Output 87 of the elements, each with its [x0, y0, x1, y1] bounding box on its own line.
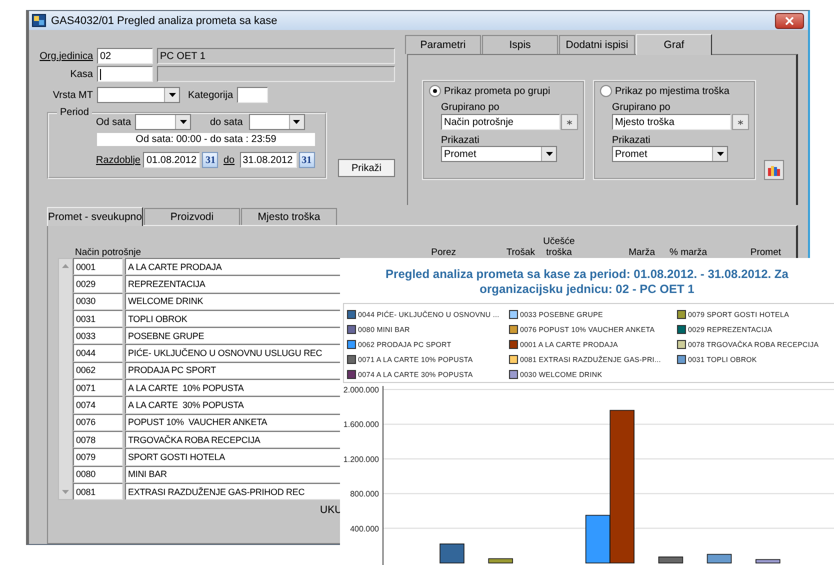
window-title: GAS4032/01 Pregled analiza prometa sa kase — [51, 14, 278, 26]
dropdown-arrow-icon — [168, 93, 176, 97]
bar — [440, 544, 464, 564]
axis-label: 1.200.000 — [343, 454, 379, 464]
info-text: Od sata: 00:00 - do sata : 23:59 — [97, 133, 315, 146]
calendar-button[interactable]: 31 — [298, 152, 315, 168]
field-label: Grupirano po — [441, 102, 500, 113]
field-label: Kasa — [69, 68, 93, 80]
date-field[interactable]: 01.08.2012 — [143, 152, 200, 168]
tab[interactable]: Ispis — [482, 35, 558, 54]
field-label: Vrsta MT — [52, 90, 93, 100]
dropdown-arrow-icon — [716, 152, 724, 156]
table-cell: 0071 — [73, 379, 123, 396]
column-header: % marža — [668, 247, 707, 258]
tab[interactable]: Promet - sveukupno — [47, 207, 143, 226]
input-field[interactable]: Mjesto troška — [612, 114, 731, 130]
bar-chart-icon — [767, 164, 781, 176]
dropdown-field[interactable] — [97, 87, 180, 103]
table-cell: 0062 — [73, 362, 123, 380]
table-cell: 0001 — [73, 258, 123, 276]
tab[interactable]: Graf — [636, 34, 712, 55]
radio-button[interactable] — [600, 85, 612, 97]
lookup-button[interactable] — [732, 114, 749, 130]
close-icon — [785, 16, 794, 24]
axis-label: 400.000 — [350, 524, 379, 534]
table-cell: 0076 — [73, 414, 123, 431]
field-label[interactable]: Razdoblje — [96, 154, 140, 166]
dropdown-field[interactable] — [248, 114, 305, 130]
table-cell: 0078 — [73, 430, 123, 448]
asterisk-icon — [567, 120, 572, 124]
table-cell: 0031 — [73, 310, 123, 328]
tab[interactable]: Mjesto troška — [241, 208, 337, 225]
input-field: PC OET 1 — [157, 48, 395, 64]
radio-button[interactable] — [429, 85, 441, 97]
tab[interactable]: Parametri — [405, 35, 481, 54]
column-header: Način potrošnje — [75, 247, 142, 258]
field-label: Prikazati — [441, 135, 480, 146]
dropdown-arrow-icon — [180, 120, 186, 124]
radio-label[interactable]: Prikaz po mjestima troška — [615, 86, 730, 96]
column-header: Trošak — [505, 247, 535, 258]
table-cell: 0029 — [73, 275, 123, 293]
dropdown-field[interactable]: Promet — [612, 146, 728, 162]
app-icon — [32, 14, 46, 27]
field-label: do sata — [210, 116, 243, 128]
field-label[interactable]: do — [223, 154, 235, 166]
dropdown-field[interactable]: Promet — [441, 146, 557, 162]
table-cell: 0080 — [73, 466, 123, 483]
radio-label[interactable]: Prikaz prometa po grupi — [444, 86, 550, 96]
table-cell: 0074 — [73, 396, 123, 414]
bar — [706, 554, 732, 564]
table-cell: 0033 — [73, 327, 123, 344]
date-field[interactable]: 31.08.2012 — [240, 152, 297, 168]
table-cell: 0081 — [73, 482, 123, 500]
bar — [658, 556, 684, 564]
chart-button[interactable] — [764, 160, 784, 180]
table-cell: 0030 — [73, 292, 123, 310]
column-header: Porez — [430, 247, 456, 258]
field-label: Od sata — [96, 116, 132, 128]
field-label: Prikazati — [612, 135, 652, 146]
table-cell: 0079 — [73, 448, 123, 466]
dropdown-arrow-icon — [546, 152, 552, 156]
input-field[interactable] — [97, 66, 153, 82]
asterisk-icon — [738, 120, 743, 124]
show-button[interactable]: Prikaži — [338, 159, 395, 177]
column-header: Promet — [749, 247, 781, 258]
dropdown-field[interactable] — [135, 114, 191, 130]
axis-label: 1.600.000 — [343, 420, 379, 430]
input-field[interactable]: 02 — [97, 48, 153, 64]
column-header: Učešće troška — [542, 236, 576, 258]
field-label[interactable]: Org.jedinica — [29, 50, 93, 62]
field-label: Kategorija — [188, 90, 234, 100]
axis-label: 2.000.000 — [343, 386, 379, 394]
field-label: Grupirano po — [612, 102, 672, 113]
dropdown-arrow-icon — [293, 120, 300, 124]
input-field[interactable]: Način potrošnje — [441, 114, 560, 130]
bar — [488, 558, 513, 564]
column-header: Marža — [628, 247, 655, 258]
tab[interactable]: Proizvodi — [144, 208, 240, 225]
axis-label: 800.000 — [350, 490, 379, 499]
bar — [756, 559, 780, 564]
calendar-button[interactable]: 31 — [202, 152, 218, 168]
table-cell: 0044 — [73, 344, 123, 362]
input-field[interactable] — [237, 87, 268, 103]
lookup-button[interactable] — [561, 114, 578, 130]
tab[interactable]: Dodatni ispisi — [559, 35, 635, 54]
close-button[interactable] — [775, 12, 804, 28]
group-label: Period — [59, 107, 90, 118]
